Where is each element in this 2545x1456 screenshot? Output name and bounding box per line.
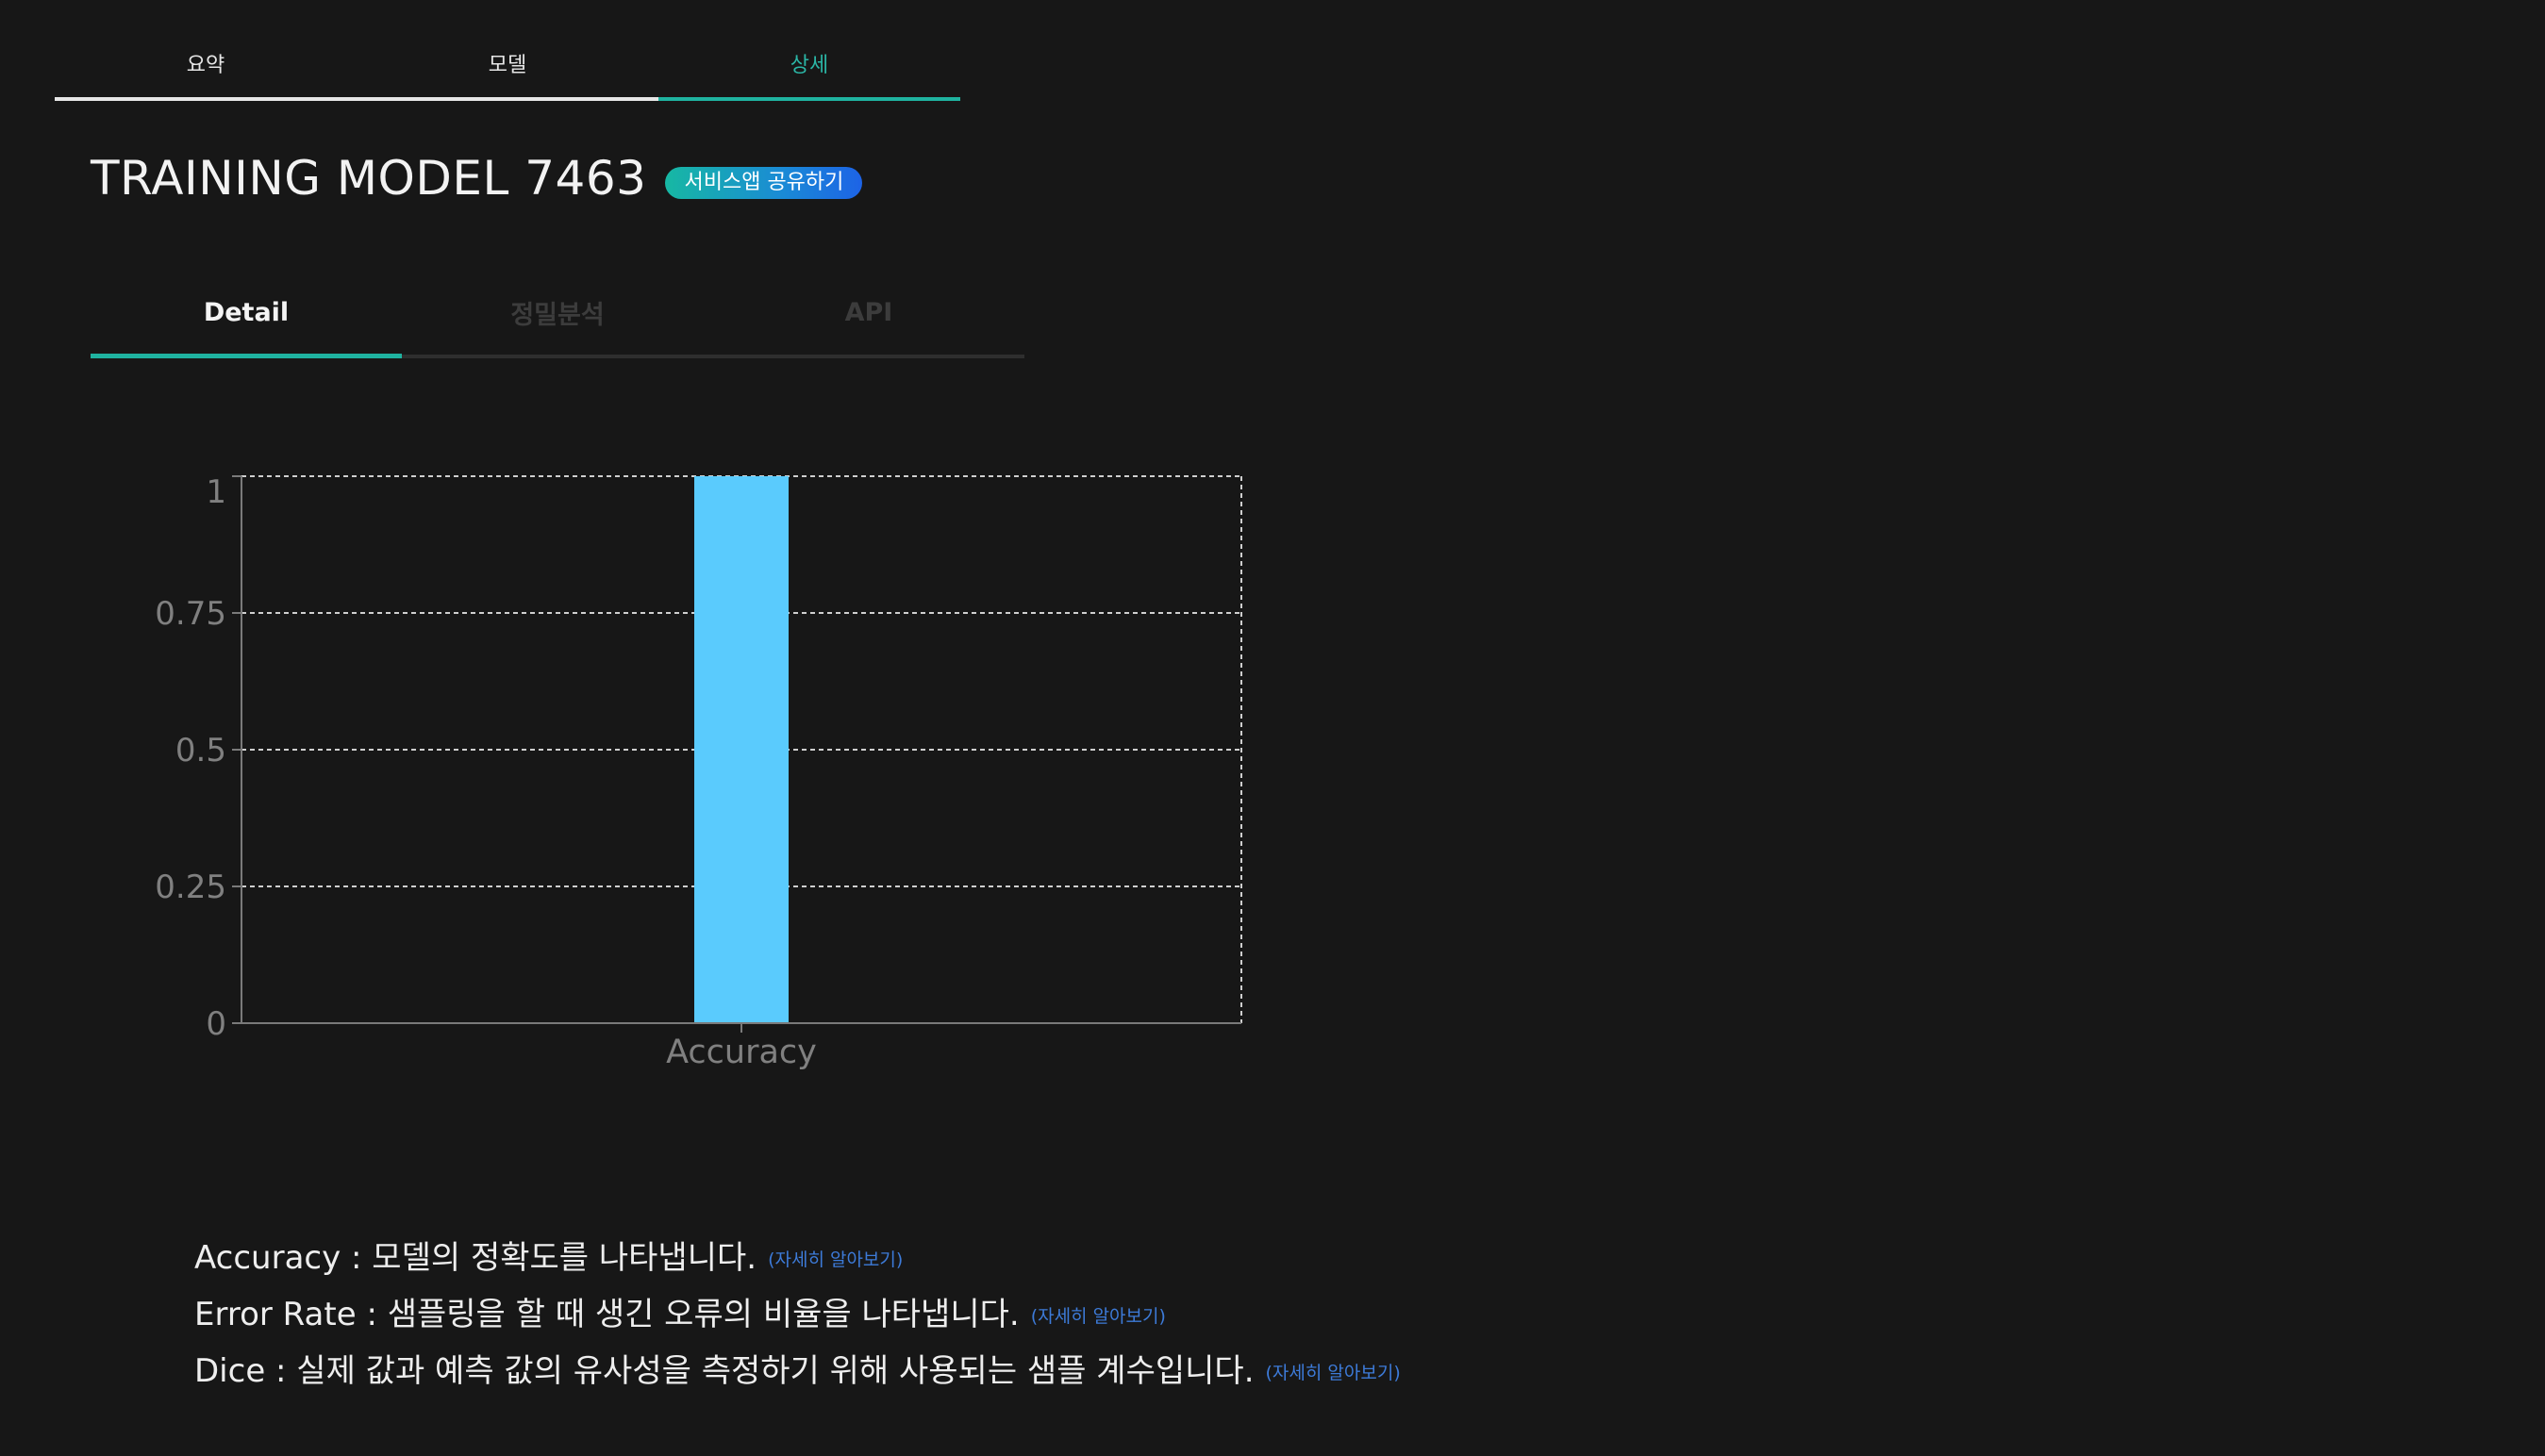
- metric-descriptions: Accuracy : 모델의 정확도를 나타냅니다. (자세히 알아보기) Er…: [194, 1226, 1401, 1396]
- accuracy-bar-chart: 0 0.25 0.5 0.75 1 Accuracy: [155, 473, 1242, 1071]
- page: 요약 모델 상세 TRAINING MODEL 7463 서비스앱 공유하기 D…: [0, 0, 2545, 1456]
- bar-accuracy: [694, 476, 789, 1023]
- learn-more-link-dice[interactable]: (자세히 알아보기): [1266, 1359, 1401, 1384]
- description-accuracy: Accuracy : 모델의 정확도를 나타냅니다. (자세히 알아보기): [194, 1226, 1401, 1282]
- y-tick-label: 0.5: [175, 732, 226, 769]
- description-error-rate-text: Error Rate : 샘플링을 할 때 생긴 오류의 비율을 나타냅니다.: [194, 1295, 1020, 1333]
- description-accuracy-text: Accuracy : 모델의 정확도를 나타냅니다.: [194, 1238, 757, 1277]
- description-dice-text: Dice : 실제 값과 예측 값의 유사성을 측정하기 위해 사용되는 샘플 …: [194, 1351, 1255, 1390]
- learn-more-link-error-rate[interactable]: (자세히 알아보기): [1031, 1302, 1166, 1328]
- description-dice: Dice : 실제 값과 예측 값의 유사성을 측정하기 위해 사용되는 샘플 …: [194, 1339, 1401, 1396]
- learn-more-link-accuracy[interactable]: (자세히 알아보기): [768, 1246, 903, 1271]
- y-tick-label: 1: [206, 473, 226, 511]
- y-tick-label: 0.75: [155, 595, 226, 633]
- y-tick-label: 0.25: [155, 869, 226, 906]
- x-tick-label: Accuracy: [666, 1034, 817, 1071]
- y-tick-label: 0: [206, 1005, 226, 1043]
- description-error-rate: Error Rate : 샘플링을 할 때 생긴 오류의 비율을 나타냅니다. …: [194, 1282, 1401, 1339]
